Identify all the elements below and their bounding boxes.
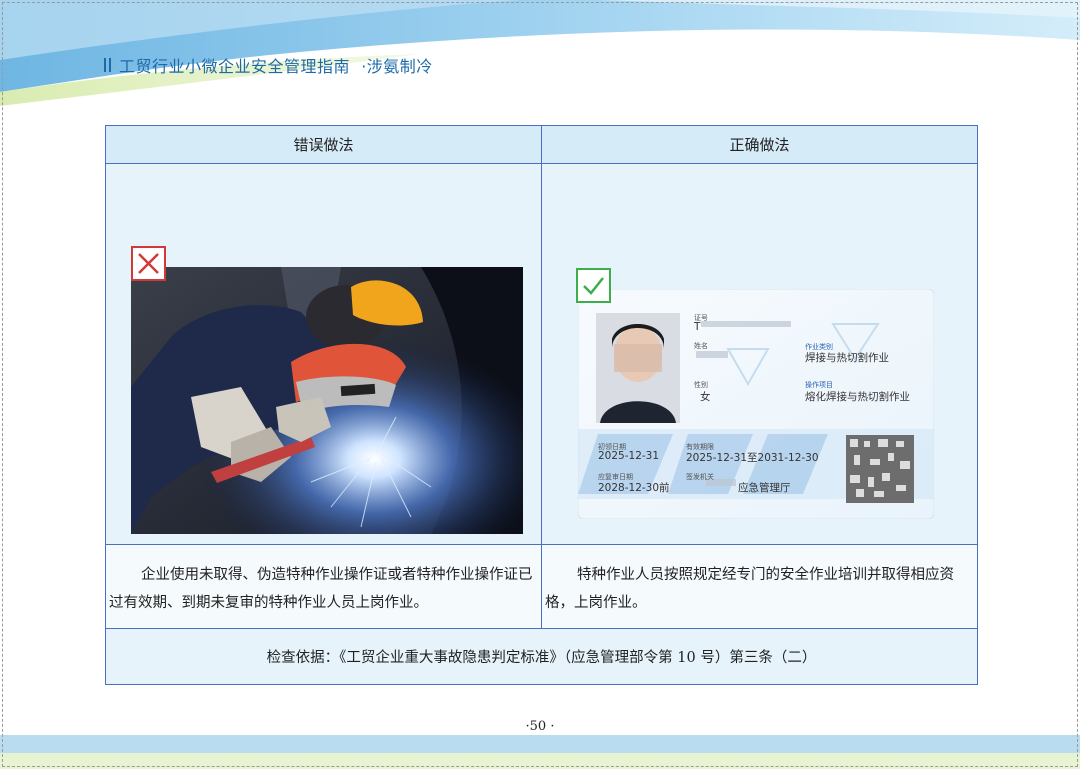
wrong-practice-description: 企业使用未取得、伪造特种作业操作证或者特种作业操作证已过有效期、到期未复审的特种… [106, 545, 542, 629]
cert-name-label: 姓名 [694, 342, 708, 350]
right-description-text: 特种作业人员按照规定经专门的安全作业培训并取得相应资格，上岗作业。 [545, 567, 954, 611]
cert-item-value: 熔化焊接与热切割作业 [805, 391, 910, 403]
cert-first-issue-value: 2025-12-31 [598, 450, 660, 462]
header-bar-icon [104, 58, 106, 72]
cert-category-value: 焊接与热切割作业 [805, 352, 889, 364]
wrong-practice-image-cell [106, 164, 542, 545]
wrong-mark-icon [131, 246, 166, 281]
cert-validity-value: 2025-12-31至2031-12-30 [686, 452, 819, 464]
cert-review-value: 2028-12-30前 [598, 482, 670, 494]
guide-title: 工贸行业小微企业安全管理指南 [119, 57, 351, 76]
footer-decoration [0, 735, 1080, 769]
correct-mark-icon [576, 268, 611, 303]
cert-gender-value: 女 [700, 391, 711, 403]
right-practice-header: 正确做法 [542, 126, 977, 164]
inspection-basis: 检查依据：《工贸企业重大事故隐患判定标准》（应急管理部令第 10 号）第三条（二… [106, 629, 977, 684]
guide-subtitle: ·涉氨制冷 [361, 57, 433, 76]
cert-id-value: T [694, 321, 701, 333]
comparison-table: 错误做法 正确做法 证号 T 姓名 性别 女 作业类别 焊接与热切割作业 操作项… [105, 125, 978, 685]
wrong-description-text: 企业使用未取得、伪造特种作业操作证或者特种作业操作证已过有效期、到期未复审的特种… [109, 567, 533, 611]
page-number: ·50 · [525, 719, 555, 734]
header-bar-icon [109, 58, 111, 72]
header-title: 工贸行业小微企业安全管理指南 ·涉氨制冷 [104, 53, 433, 77]
right-practice-image-cell: 证号 T 姓名 性别 女 作业类别 焊接与热切割作业 操作项目 熔化焊接与热切割… [542, 164, 977, 545]
wrong-practice-header: 错误做法 [106, 126, 542, 164]
cert-issuer-value: 应急管理厅 [738, 482, 791, 494]
operation-certificate: 证号 T 姓名 性别 女 作业类别 焊接与热切割作业 操作项目 熔化焊接与热切割… [578, 289, 934, 519]
welder-photo [131, 267, 523, 534]
cert-issuer-label: 签发机关 [686, 473, 714, 481]
right-practice-description: 特种作业人员按照规定经专门的安全作业培训并取得相应资格，上岗作业。 [542, 545, 977, 629]
